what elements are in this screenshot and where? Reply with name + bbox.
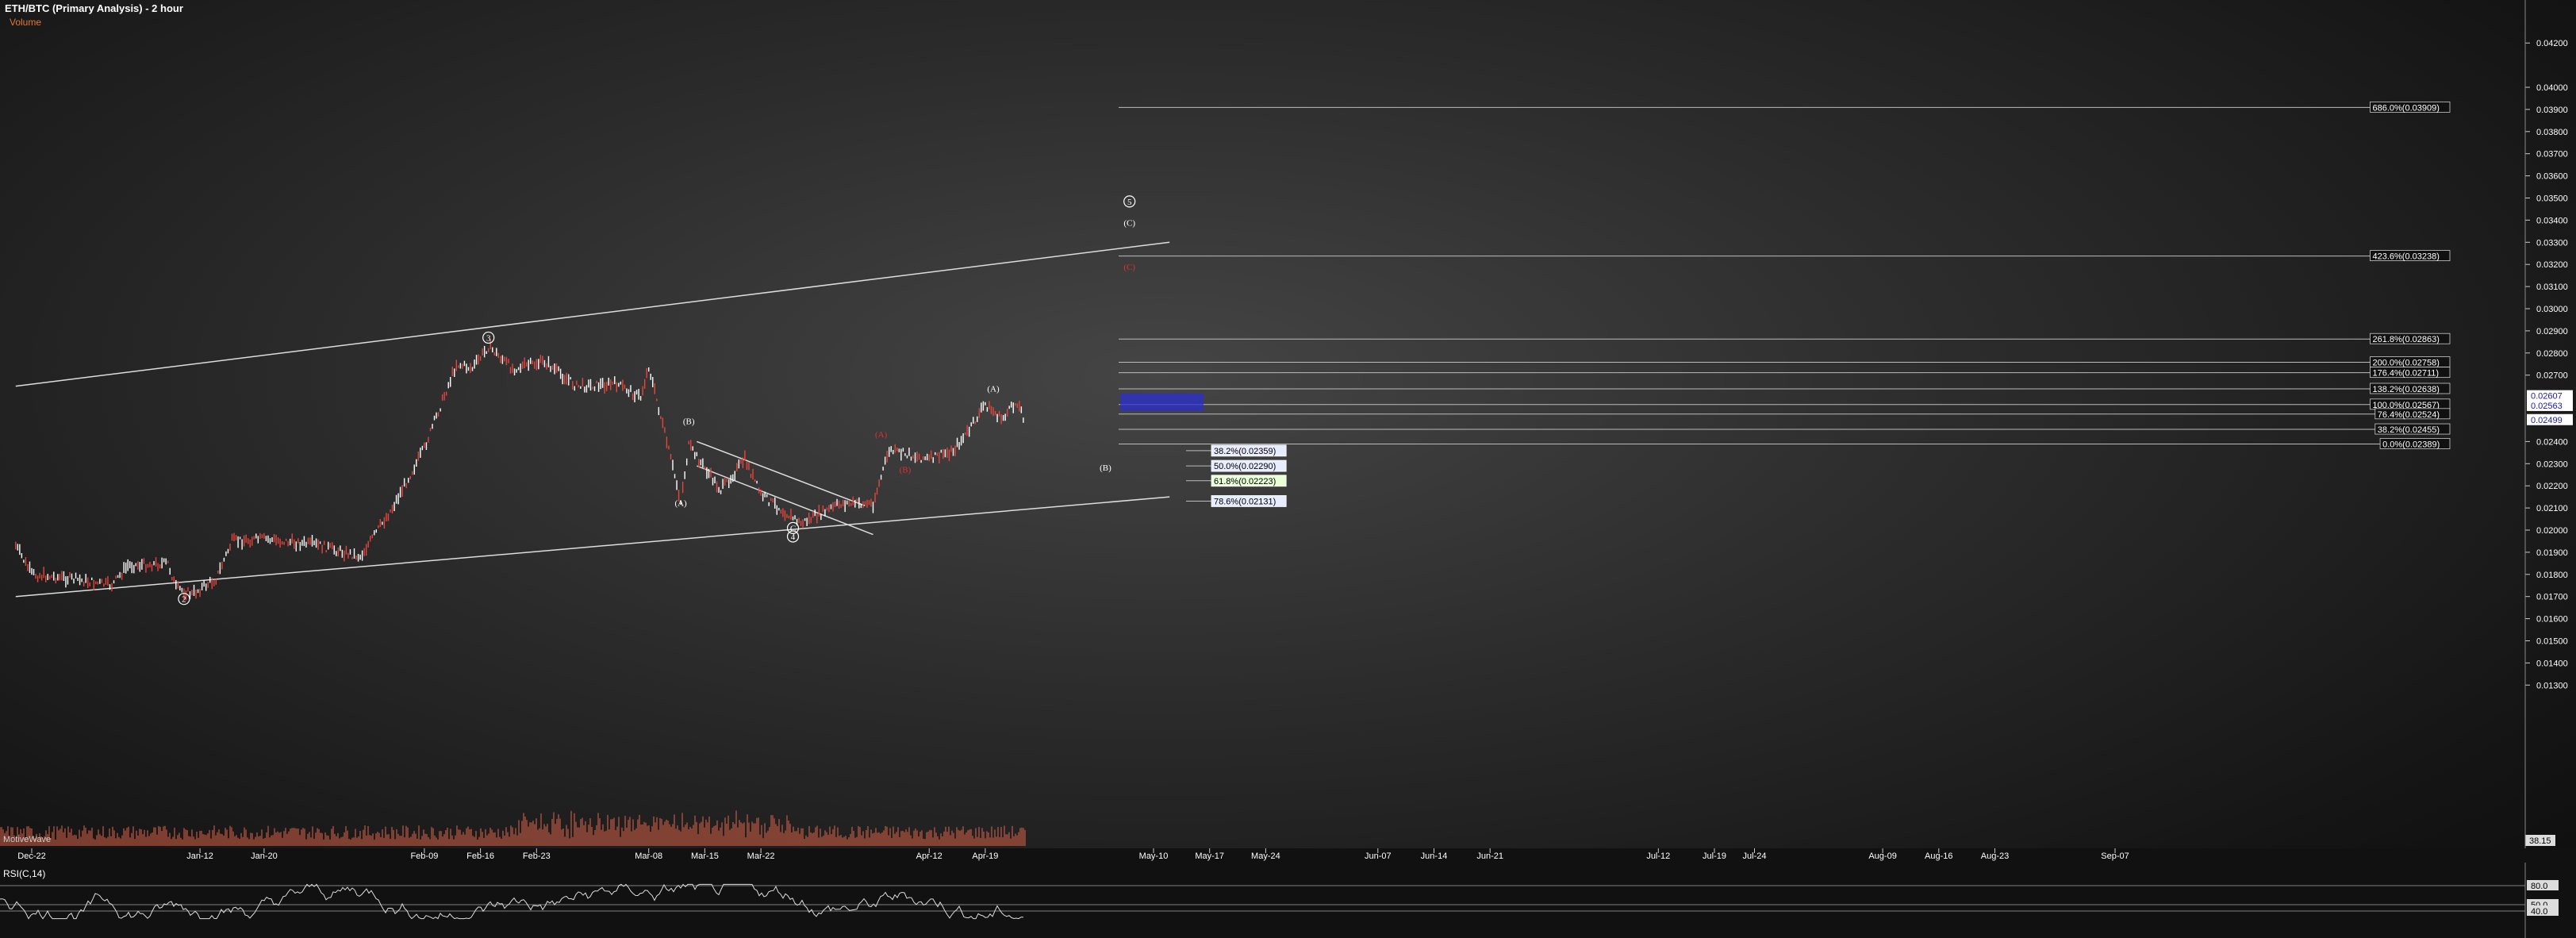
wave-label: (A) <box>674 498 687 508</box>
rsi-level-label: 40.0 <box>2531 907 2547 917</box>
x-tick-label: May-24 <box>1251 852 1280 861</box>
x-tick-label: Aug-16 <box>1925 852 1952 861</box>
x-tick-label: Aug-09 <box>1868 852 1896 861</box>
y-tick-label: 0.03800 <box>2536 128 2568 137</box>
x-tick-label: Jun-07 <box>1365 852 1392 861</box>
channel-line-wedge <box>697 440 866 507</box>
volume-legend: Volume <box>10 17 42 28</box>
y-tick-label: 0.02700 <box>2536 371 2568 381</box>
y-tick-label: 0.02000 <box>2536 526 2568 536</box>
rsi-panel-background <box>0 863 2576 938</box>
x-tick-label: Jan-20 <box>251 852 278 861</box>
fib-extension-label: 76.4%(0.02524) <box>2378 410 2440 420</box>
rsi-title: RSI(C,14) <box>3 868 45 879</box>
wave-label: (B) <box>683 417 695 427</box>
fib-extension-label: 38.2%(0.02455) <box>2378 425 2440 435</box>
fib-extension-label: 686.0%(0.03909) <box>2373 103 2440 113</box>
y-tick-label: 0.03900 <box>2536 106 2568 115</box>
x-tick-label: Aug-23 <box>1981 852 2009 861</box>
wave-label: 2 <box>182 595 186 605</box>
price-chart[interactable]: 38.15 686.0%(0.03909)423.6%(0.03238)261.… <box>0 0 2576 938</box>
wave-label: C <box>790 524 796 533</box>
y-tick-label: 0.03300 <box>2536 238 2568 248</box>
y-tick-label: 0.03000 <box>2536 305 2568 314</box>
price-marker-label: 0.02607 <box>2531 392 2563 402</box>
fib-retracement-label: 38.2%(0.02359) <box>1214 447 1276 456</box>
x-tick-label: Mar-22 <box>747 852 775 861</box>
wave-label: (B) <box>1100 463 1111 473</box>
fib-extension-label: 176.4%(0.02711) <box>2373 369 2440 379</box>
x-tick-label: Jun-14 <box>1421 852 1448 861</box>
x-tick-label: Jan-12 <box>186 852 213 861</box>
wave-label: (A) <box>987 385 1000 394</box>
wave-label: 5 <box>1127 198 1132 207</box>
wave-label: (C) <box>1123 263 1135 272</box>
y-tick-label: 0.01500 <box>2536 637 2568 647</box>
price-marker-label: 0.02499 <box>2531 416 2563 425</box>
x-tick-label: Feb-09 <box>410 852 438 861</box>
fib-extension-label: 200.0%(0.02758) <box>2373 359 2440 368</box>
chart-root: 38.15 686.0%(0.03909) 423.6%(0.03238) 261.… <box>0 0 2576 938</box>
x-tick-label: Feb-16 <box>466 852 494 861</box>
y-tick-label: 0.04000 <box>2536 83 2568 93</box>
y-tick-label: 0.04200 <box>2536 39 2568 48</box>
chart-title: ETH/BTC (Primary Analysis) - 2 hour <box>5 2 183 14</box>
fib-extension-label: 0.0%(0.02389) <box>2382 440 2440 449</box>
fib-extension-label: 261.8%(0.02863) <box>2373 335 2440 344</box>
y-tick-label: 0.03400 <box>2536 216 2568 225</box>
channel-line-upper <box>15 241 1170 387</box>
x-tick-label: Dec-22 <box>17 852 45 861</box>
y-tick-label: 0.01900 <box>2536 548 2568 558</box>
y-tick-label: 0.03600 <box>2536 172 2568 182</box>
y-tick-label: 0.01300 <box>2536 681 2568 690</box>
channel-line-lower <box>15 496 1170 598</box>
y-tick-label: 0.02400 <box>2536 437 2568 447</box>
x-axis-band <box>0 848 2576 863</box>
fib-retracement-label: 78.6%(0.02131) <box>1214 497 1276 506</box>
fib-extension-label: 138.2%(0.02638) <box>2373 385 2440 394</box>
volume-value-label: 38.15 <box>2529 836 2551 846</box>
y-tick-label: 0.01400 <box>2536 659 2568 668</box>
wave-label: (B) <box>900 465 912 475</box>
price-marker-label: 0.02563 <box>2531 402 2563 411</box>
fib-retracement-label: 61.8%(0.02223) <box>1214 477 1276 486</box>
fib-retracement-label: 50.0%(0.02290) <box>1214 462 1276 471</box>
y-tick-label: 0.03500 <box>2536 194 2568 204</box>
y-tick-label: 0.03700 <box>2536 150 2568 160</box>
wave-label: (A) <box>875 430 888 440</box>
y-tick-label: 0.01700 <box>2536 593 2568 602</box>
x-tick-label: Sep-07 <box>2101 852 2129 861</box>
y-tick-label: 0.02300 <box>2536 459 2568 469</box>
x-tick-label: May-10 <box>1139 852 1169 861</box>
wave-label: 3 <box>486 333 491 343</box>
y-tick-label: 0.02200 <box>2536 482 2568 491</box>
x-tick-label: Jul-19 <box>1703 852 1726 861</box>
x-tick-label: Jun-21 <box>1476 852 1503 861</box>
y-tick-label: 0.02900 <box>2536 327 2568 336</box>
x-tick-label: Mar-15 <box>691 852 719 861</box>
x-tick-label: Jul-12 <box>1646 852 1670 861</box>
channel-line-wedge-lower <box>697 465 873 536</box>
y-tick-label: 0.03200 <box>2536 260 2568 270</box>
x-tick-label: Jul-24 <box>1743 852 1767 861</box>
brand-watermark: MotiveWave <box>3 835 52 844</box>
x-tick-label: Apr-19 <box>972 852 998 861</box>
x-tick-label: May-17 <box>1195 852 1224 861</box>
y-tick-label: 0.01600 <box>2536 615 2568 625</box>
y-tick-label: 0.02800 <box>2536 349 2568 359</box>
rsi-level-label: 80.0 <box>2531 882 2547 891</box>
y-tick-label: 0.01800 <box>2536 571 2568 580</box>
y-tick-label: 0.03100 <box>2536 283 2568 292</box>
current-price-zone <box>1120 393 1204 411</box>
y-tick-label: 0.02100 <box>2536 504 2568 513</box>
x-tick-label: Apr-12 <box>916 852 942 861</box>
x-tick-label: Feb-23 <box>523 852 551 861</box>
wave-label: (C) <box>1123 218 1135 228</box>
x-tick-label: Mar-08 <box>635 852 662 861</box>
fib-extension-label: 423.6%(0.03238) <box>2373 252 2440 262</box>
